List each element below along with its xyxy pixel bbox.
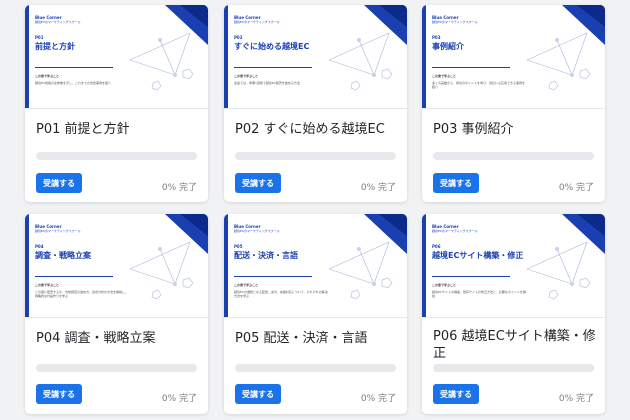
course-thumbnail[interactable]: Blue Corner 越境ECのマーケティングスクール P02 すぐに始める越… xyxy=(224,5,407,109)
thumbnail-code: P03 xyxy=(432,35,441,40)
thumbnail-section-label: この章で学ぶこと xyxy=(234,283,259,287)
thumbnail-divider xyxy=(234,276,312,277)
course-thumbnail[interactable]: Blue Corner 越境ECのマーケティングスクール P05 配送・決済・言… xyxy=(224,214,407,318)
thumbnail-code: P04 xyxy=(35,244,44,249)
progress-text: 0% 完了 xyxy=(558,394,594,404)
course-title[interactable]: P06 越境ECサイト構築・修正 xyxy=(433,328,598,362)
course-thumbnail[interactable]: Blue Corner 越境ECのマーケティングスクール P04 調査・戦略立案… xyxy=(25,214,208,318)
thumbnail-title: 越境ECサイト構築・修正 xyxy=(432,251,524,260)
course-title[interactable]: P01 前提と方針 xyxy=(36,121,201,138)
course-title[interactable]: P02 すぐに始める越境EC xyxy=(235,121,400,138)
course-thumbnail[interactable]: Blue Corner 越境ECのマーケティングスクール P03 事例紹介 この… xyxy=(422,5,605,109)
thumbnail-section-label: この章で学ぶこと xyxy=(234,74,259,78)
thumbnail-divider xyxy=(35,276,113,277)
thumbnail-section-label: この章で学ぶこと xyxy=(432,74,457,78)
progress-text: 0% 完了 xyxy=(161,183,197,193)
thumbnail-code: P06 xyxy=(432,244,441,249)
progress-text: 0% 完了 xyxy=(558,183,594,193)
course-card[interactable]: Blue Corner 越境ECのマーケティングスクール P03 事例紹介 この… xyxy=(422,5,605,202)
thumbnail-code: P02 xyxy=(234,35,243,40)
course-thumbnail[interactable]: Blue Corner 越境ECのマーケティングスクール P01 前提と方針 こ… xyxy=(25,5,208,109)
thumbnail-code: P01 xyxy=(35,35,44,40)
progress-text: 0% 完了 xyxy=(360,183,396,193)
thumbnail-section-label: この章で学ぶこと xyxy=(35,74,60,78)
thumbnail-title: 配送・決済・言語 xyxy=(234,251,298,260)
enroll-button[interactable]: 受講する xyxy=(36,173,82,193)
thumbnail-description: 越境ECサイトの構築、既存サイトの修正方法と、必要なポイントを解説 xyxy=(432,290,526,298)
course-title[interactable]: P03 事例紹介 xyxy=(433,121,598,138)
thumbnail-brand-subtitle: 越境ECのマーケティングスクール xyxy=(432,20,478,24)
course-title[interactable]: P04 調査・戦略立案 xyxy=(36,330,201,347)
enroll-button[interactable]: 受講する xyxy=(433,173,479,193)
course-thumbnail[interactable]: Blue Corner 越境ECのマーケティングスクール P06 越境ECサイト… xyxy=(422,214,605,318)
course-card[interactable]: Blue Corner 越境ECのマーケティングスクール P02 すぐに始める越… xyxy=(224,5,407,202)
thumbnail-brand-subtitle: 越境ECのマーケティングスクール xyxy=(432,229,478,233)
enroll-button[interactable]: 受講する xyxy=(235,173,281,193)
enroll-button[interactable]: 受講する xyxy=(433,384,479,404)
thumbnail-description: 最速では、準備1週間で越境EC販売を始める方法 xyxy=(234,81,300,85)
thumbnail-title: 事例紹介 xyxy=(432,42,464,51)
thumbnail-divider xyxy=(432,67,510,68)
enroll-button[interactable]: 受講する xyxy=(36,384,82,404)
course-card[interactable]: Blue Corner 越境ECのマーケティングスクール P01 前提と方針 こ… xyxy=(25,5,208,202)
enroll-button[interactable]: 受講する xyxy=(235,384,281,404)
progress-bar xyxy=(433,364,594,372)
thumbnail-brand-subtitle: 越境ECのマーケティングスクール xyxy=(35,20,81,24)
progress-bar xyxy=(36,152,197,160)
thumbnail-brand-subtitle: 越境ECのマーケティングスクール xyxy=(35,229,81,233)
progress-text: 0% 完了 xyxy=(161,394,197,404)
course-grid: Blue Corner 越境ECのマーケティングスクール P01 前提と方針 こ… xyxy=(0,0,630,420)
progress-bar xyxy=(235,152,396,160)
thumbnail-divider xyxy=(234,67,312,68)
course-card[interactable]: Blue Corner 越境ECのマーケティングスクール P06 越境ECサイト… xyxy=(422,214,605,414)
course-card[interactable]: Blue Corner 越境ECのマーケティングスクール P05 配送・決済・言… xyxy=(224,214,407,414)
progress-text: 0% 完了 xyxy=(360,394,396,404)
thumbnail-divider xyxy=(432,276,510,277)
thumbnail-title: 前提と方針 xyxy=(35,42,75,51)
progress-bar xyxy=(235,364,396,372)
course-title[interactable]: P05 配送・決済・言語 xyxy=(235,330,400,347)
thumbnail-title: 調査・戦略立案 xyxy=(35,251,91,260)
thumbnail-description: 越境ECの課題となる配送、決済、言語対応について、それぞれの解決方法を学ぶ xyxy=(234,290,328,298)
thumbnail-description: どの国に販売するか、市場調査の進め方、競合分析の方法を解説し、戦略的な計画作りを… xyxy=(35,290,128,298)
thumbnail-code: P05 xyxy=(234,244,243,249)
thumbnail-section-label: この章で学ぶこと xyxy=(35,283,60,287)
course-card[interactable]: Blue Corner 越境ECのマーケティングスクール P04 調査・戦略立案… xyxy=(25,214,208,414)
thumbnail-description: 越境EC成長の全体像を示し、これまでの支援事例を紹介 xyxy=(35,81,111,85)
thumbnail-brand-subtitle: 越境ECのマーケティングスクール xyxy=(234,229,280,233)
thumbnail-title: すぐに始める越境EC xyxy=(234,42,310,51)
thumbnail-brand-subtitle: 越境ECのマーケティングスクール xyxy=(234,20,280,24)
thumbnail-section-label: この章で学ぶこと xyxy=(432,283,457,287)
thumbnail-divider xyxy=(35,67,113,68)
progress-bar xyxy=(433,152,594,160)
thumbnail-description: 多くの実績から、成功のポイントを学び、自社にも応用できる事例を紹介 xyxy=(432,81,525,89)
progress-bar xyxy=(36,364,197,372)
